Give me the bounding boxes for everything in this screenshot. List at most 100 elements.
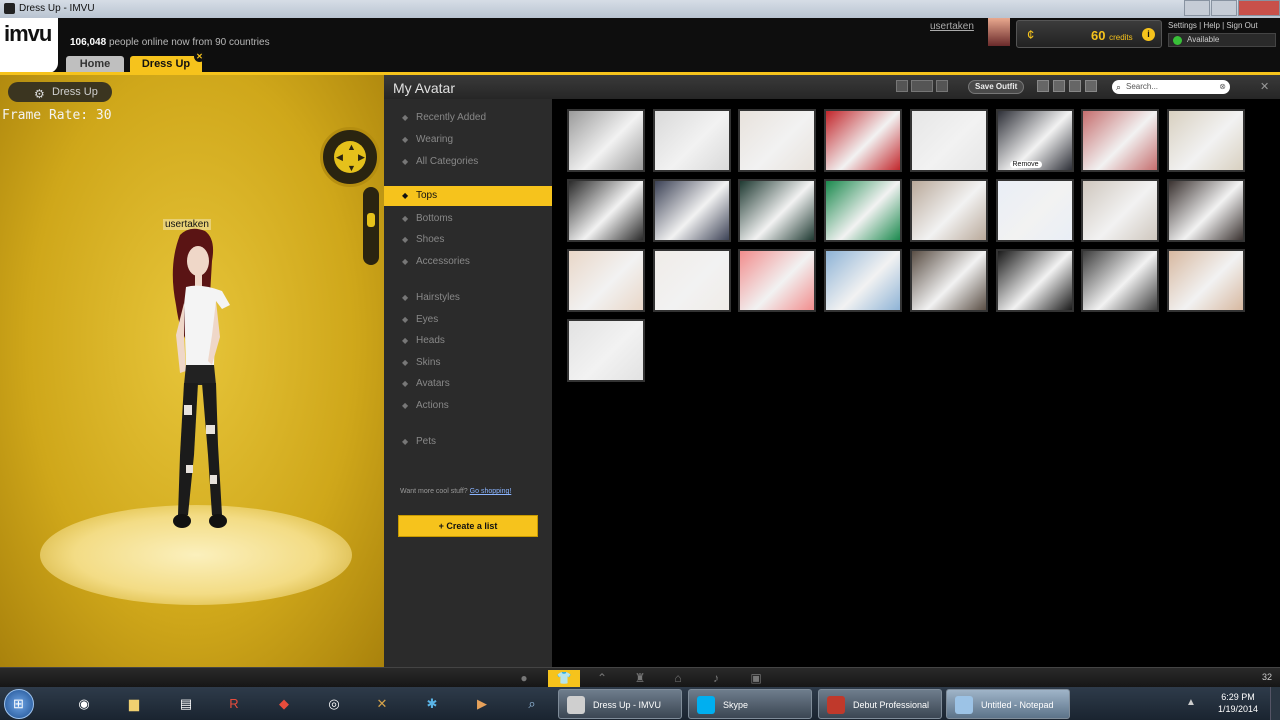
taskbar-item[interactable]: Dress Up - IMVU	[558, 689, 682, 719]
category-tops[interactable]: ◆ Tops	[384, 186, 552, 206]
search-pinned-icon[interactable]: ⌕	[512, 691, 552, 717]
chair-icon[interactable]: ♜	[624, 670, 656, 687]
camera-icon[interactable]: ▣	[740, 670, 772, 687]
outfit-thumbnail[interactable]	[652, 109, 731, 172]
outfit-thumbnail[interactable]	[652, 249, 731, 312]
arrow-left-icon[interactable]: ◀	[336, 152, 343, 163]
outfit-thumbnail[interactable]	[567, 179, 645, 242]
category-accessories[interactable]: ◆ Accessories	[402, 256, 470, 267]
outfit-thumbnail[interactable]	[824, 109, 903, 172]
username-link[interactable]: usertaken	[930, 21, 974, 32]
close-window-button[interactable]	[1238, 0, 1280, 16]
clear-search-icon[interactable]: ⊗	[1219, 80, 1226, 94]
outfit-thumbnail[interactable]	[738, 179, 817, 242]
house-icon[interactable]: ⌂	[662, 670, 694, 687]
outfit-thumbnail[interactable]	[567, 249, 645, 312]
outfit-thumbnail[interactable]	[1166, 109, 1245, 172]
category-all-categories[interactable]: ◆ All Categories	[402, 156, 478, 167]
game-pinned-icon[interactable]: ✕	[362, 691, 402, 717]
category-wearing[interactable]: ◆ Wearing	[402, 134, 453, 145]
create-list-button[interactable]: + Create a list	[398, 515, 538, 537]
info-icon[interactable]: i	[1142, 28, 1155, 41]
hanger-icon[interactable]: ⌃	[586, 670, 618, 687]
refresh-icon[interactable]	[1037, 80, 1049, 92]
zoom-slider-knob[interactable]	[367, 213, 375, 227]
credits-box[interactable]: ¢ 60 credits i	[1016, 20, 1162, 48]
category-skins[interactable]: ◆ Skins	[402, 357, 440, 368]
outfit-thumbnail[interactable]	[824, 249, 903, 312]
outfit-thumbnail[interactable]	[738, 249, 817, 312]
detail-view-icon[interactable]	[1085, 80, 1097, 92]
media-player-pinned-icon[interactable]: ▶	[462, 691, 502, 717]
avatar-figure[interactable]	[150, 225, 250, 545]
taskbar-item[interactable]: Skype	[688, 689, 812, 719]
category-actions[interactable]: ◆ Actions	[402, 400, 449, 411]
acrobat-pinned-icon[interactable]: ▤	[166, 691, 206, 717]
outfit-thumbnail[interactable]	[1081, 249, 1160, 312]
category-bottoms[interactable]: ◆ Bottoms	[402, 213, 453, 224]
taskbar-item[interactable]: Untitled - Notepad	[946, 689, 1070, 719]
category-eyes[interactable]: ◆ Eyes	[402, 314, 438, 325]
imvu-pinned-icon[interactable]: ◎	[314, 691, 354, 717]
start-button[interactable]: ⊞	[4, 689, 34, 719]
chat-icon[interactable]: ●	[508, 670, 540, 687]
zoom-slider[interactable]	[363, 187, 379, 265]
settings-link[interactable]: Settings	[1168, 21, 1197, 30]
outfit-thumbnail[interactable]: Remove	[995, 109, 1074, 172]
shirt-icon[interactable]: 👕	[548, 670, 580, 687]
go-shopping-link[interactable]: Go shopping!	[470, 488, 512, 495]
outfit-thumbnail[interactable]	[1081, 109, 1160, 172]
save-outfit-button[interactable]: Save Outfit	[968, 80, 1025, 94]
taskbar-clock[interactable]: 6:29 PM 1/19/2014	[1212, 691, 1264, 715]
sign-out-link[interactable]: Sign Out	[1226, 21, 1257, 30]
category-pets[interactable]: ◆ Pets	[402, 436, 436, 447]
outfit-thumbnail[interactable]	[1166, 249, 1245, 312]
camera-pan-control[interactable]: ▲ ▼ ◀ ▶	[320, 127, 380, 187]
outfit-thumbnail[interactable]	[824, 179, 903, 242]
outfit-thumbnail[interactable]	[909, 249, 988, 312]
tray-expand-icon[interactable]: ▲	[1186, 697, 1196, 708]
tab-home[interactable]: Home	[66, 56, 124, 73]
steam-pinned-icon[interactable]: ◉	[64, 691, 104, 717]
dress-up-mode-button[interactable]: ⚙ Dress Up	[8, 82, 112, 102]
category-shoes[interactable]: ◆ Shoes	[402, 234, 444, 245]
outfit-thumbnail[interactable]	[995, 179, 1074, 242]
next-page-button[interactable]	[936, 80, 948, 92]
outfit-thumbnail[interactable]	[567, 319, 645, 382]
outfit-thumbnail[interactable]	[909, 109, 988, 172]
outfit-thumbnail[interactable]	[995, 249, 1074, 312]
music-icon[interactable]: ♪	[700, 670, 732, 687]
outfit-thumbnail[interactable]	[738, 109, 817, 172]
arrow-down-icon[interactable]: ▼	[347, 163, 356, 173]
imvu-logo[interactable]: imvu	[0, 18, 58, 73]
roblox-pinned-icon[interactable]: R	[214, 691, 254, 717]
outfit-thumbnail[interactable]	[652, 179, 731, 242]
prev-page-button[interactable]	[896, 80, 908, 92]
avatar-scene[interactable]: ⚙ Dress Up Frame Rate: 30 ▲ ▼ ◀ ▶ userta…	[0, 75, 384, 667]
category-heads[interactable]: ◆ Heads	[402, 335, 445, 346]
category-avatars[interactable]: ◆ Avatars	[402, 378, 450, 389]
outfit-thumbnail[interactable]	[1166, 179, 1245, 242]
outfit-thumbnail[interactable]	[1081, 179, 1160, 242]
maximize-button[interactable]	[1211, 0, 1237, 16]
explorer-pinned-icon[interactable]: ▆	[114, 691, 154, 717]
network-pinned-icon[interactable]: ✱	[412, 691, 452, 717]
outfit-thumbnail[interactable]	[567, 109, 645, 172]
search-input[interactable]: ⌕ Search... ⊗	[1112, 80, 1230, 94]
status-dropdown[interactable]: Available	[1168, 33, 1276, 47]
user-avatar-thumbnail[interactable]	[988, 18, 1010, 46]
minimize-button[interactable]	[1184, 0, 1210, 16]
category-hairstyles[interactable]: ◆ Hairstyles	[402, 292, 460, 303]
outfit-thumbnail[interactable]	[909, 179, 988, 242]
remove-item-label[interactable]: Remove	[1009, 161, 1042, 168]
close-tab-icon[interactable]: ✕	[194, 51, 205, 62]
grid-view-icon[interactable]	[1053, 80, 1065, 92]
pdf-pinned-icon[interactable]: ◆	[264, 691, 304, 717]
show-desktop-button[interactable]	[1270, 687, 1280, 720]
close-panel-icon[interactable]: ✕	[1260, 80, 1269, 93]
list-view-icon[interactable]	[1069, 80, 1081, 92]
taskbar-item[interactable]: Debut Professional	[818, 689, 942, 719]
help-link[interactable]: Help	[1203, 21, 1219, 30]
arrow-up-icon[interactable]: ▲	[347, 142, 356, 152]
arrow-right-icon[interactable]: ▶	[358, 152, 365, 163]
